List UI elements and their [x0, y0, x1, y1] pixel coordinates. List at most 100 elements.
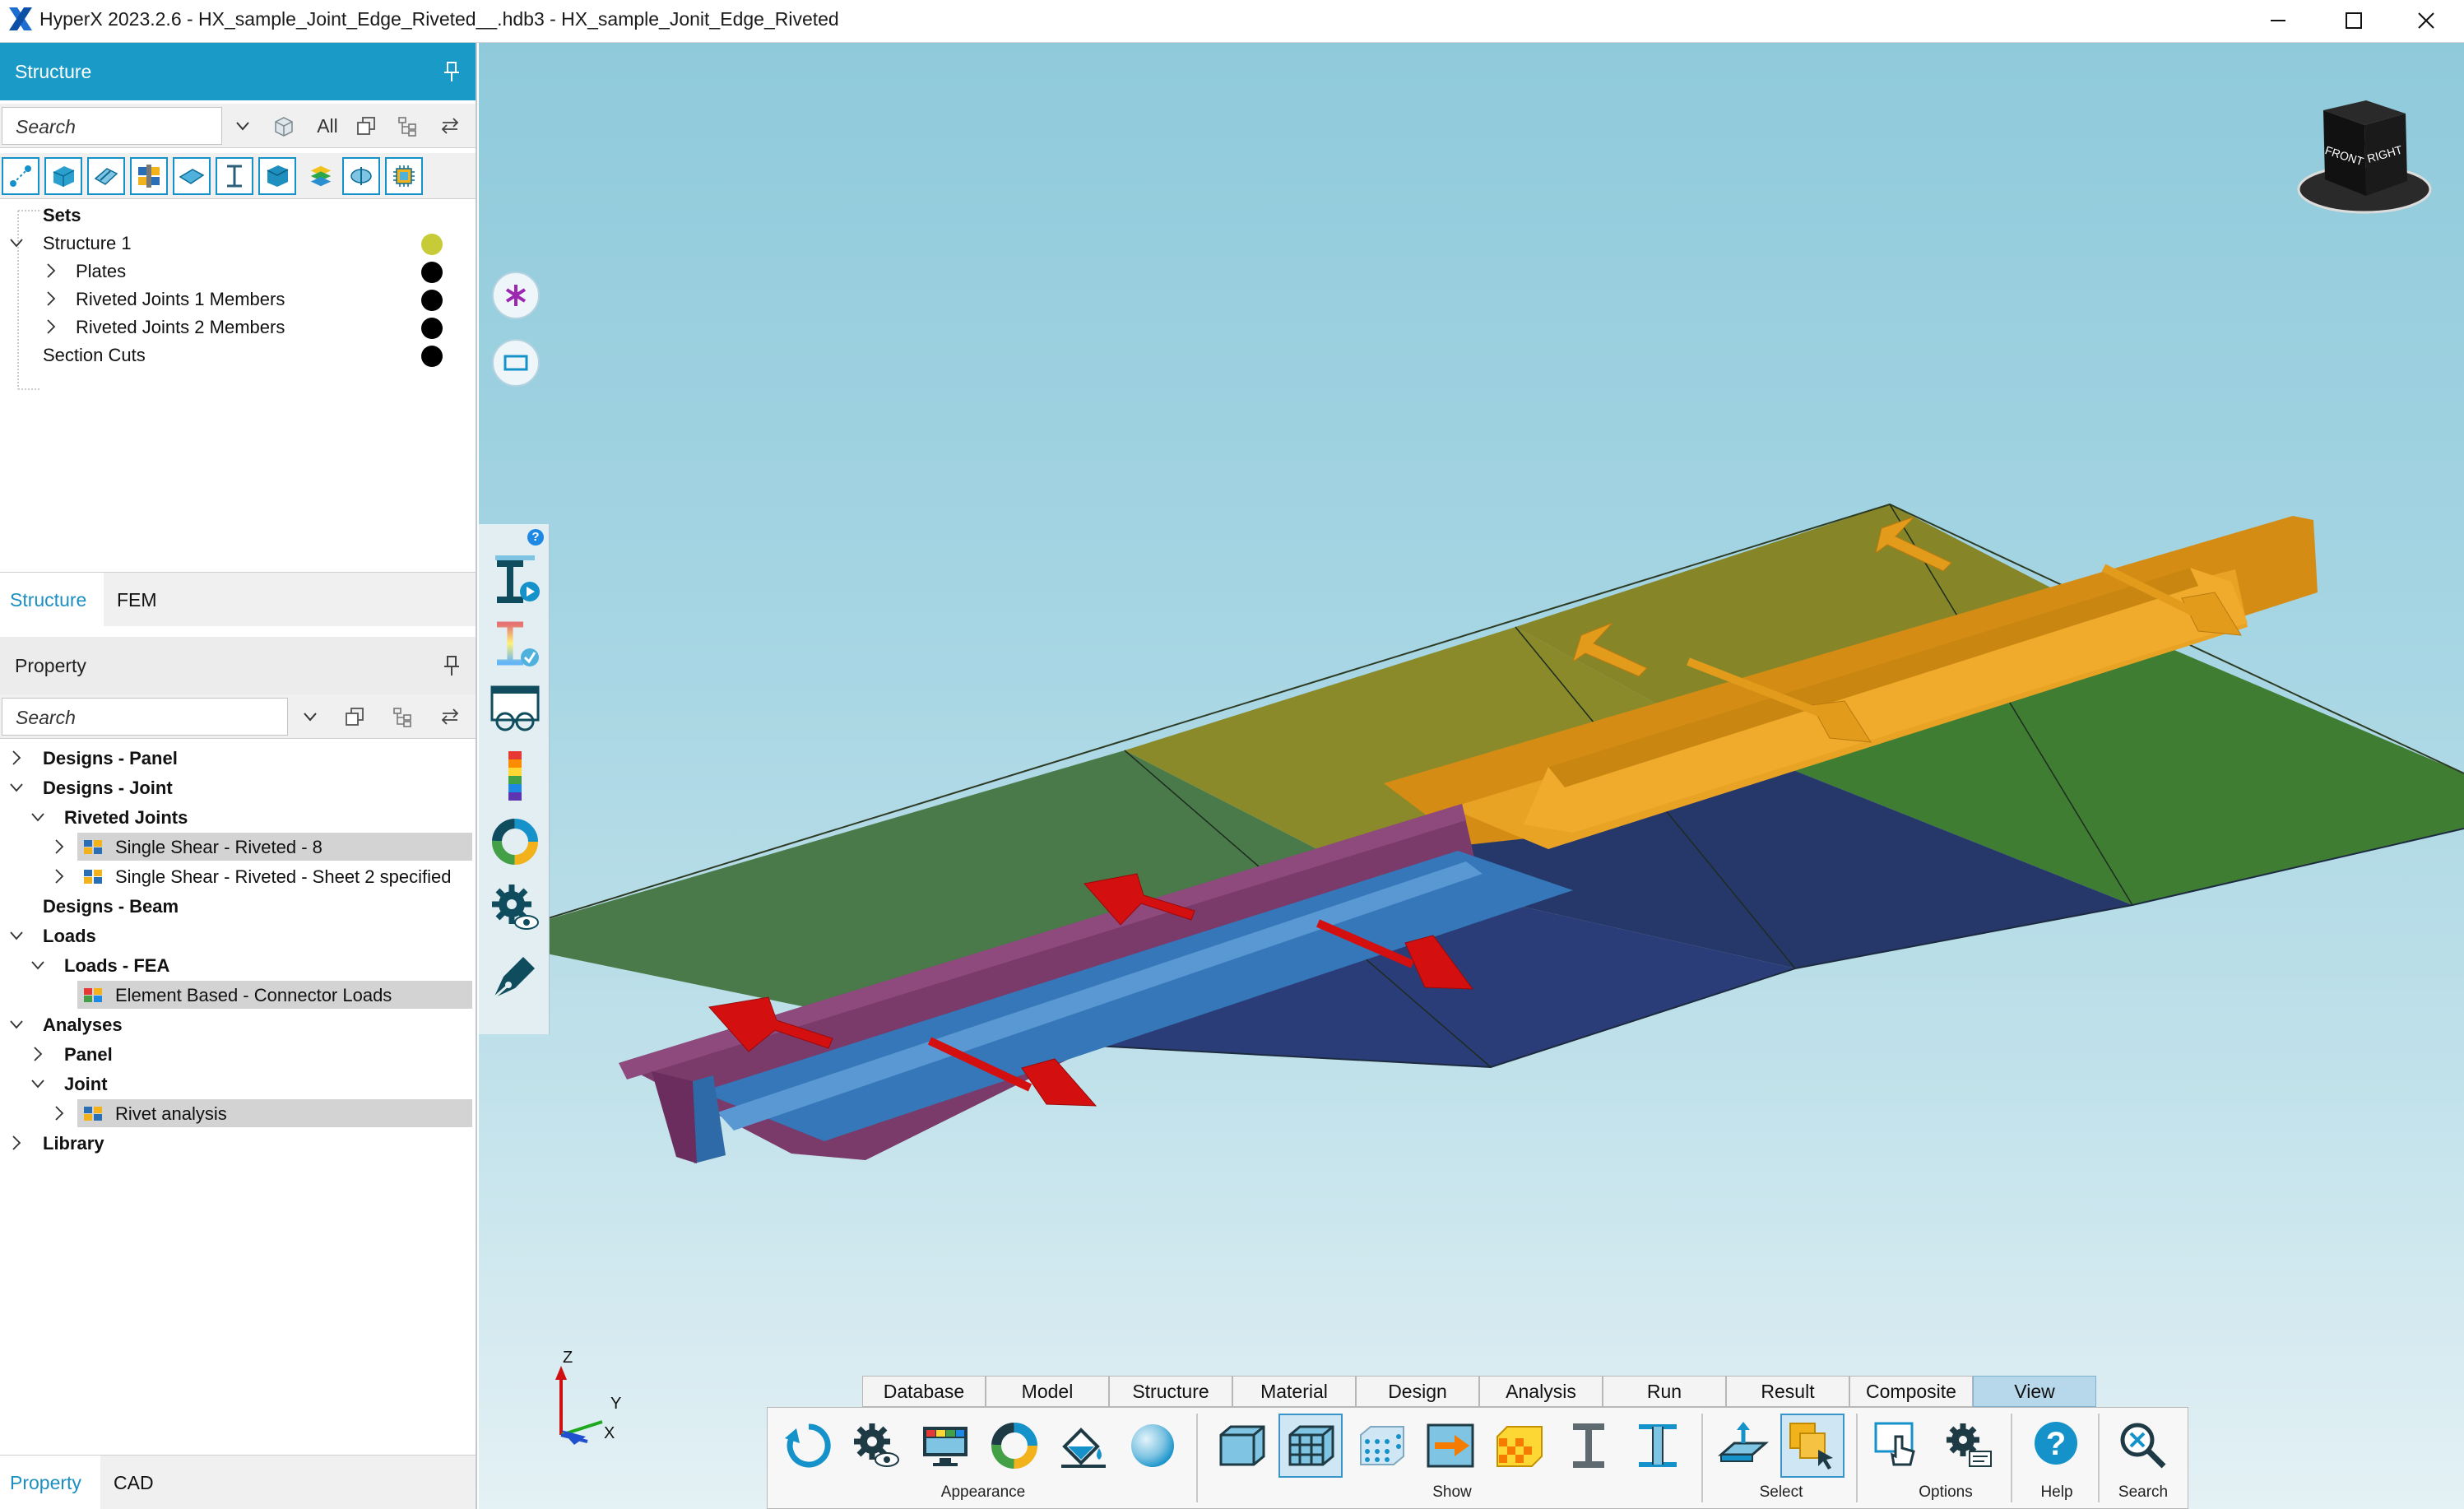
refresh-button[interactable]: [777, 1414, 841, 1478]
visibility-dot-icon[interactable]: [421, 346, 443, 367]
solid-filter-button[interactable]: [44, 157, 82, 195]
ribbon-tab-composite[interactable]: Composite: [1849, 1376, 1973, 1407]
chevron-right-icon[interactable]: [8, 749, 25, 767]
chevron-right-icon[interactable]: [51, 867, 67, 885]
panel-filter-button[interactable]: [87, 157, 125, 195]
tree-item-riveted-joints-1-members[interactable]: Riveted Joints 1 Members: [0, 285, 476, 313]
tree-item-analyses[interactable]: Analyses: [0, 1010, 476, 1038]
collapse-all-icon[interactable]: [341, 703, 369, 731]
chevron-down-icon[interactable]: [8, 926, 25, 945]
show-beams-button[interactable]: [1557, 1414, 1621, 1478]
visibility-dot-icon[interactable]: [421, 290, 443, 311]
color-scale-button[interactable]: [487, 748, 543, 804]
chevron-down-icon[interactable]: [8, 1015, 25, 1033]
chevron-right-icon[interactable]: [51, 838, 67, 856]
chevron-right-icon[interactable]: [51, 1104, 67, 1122]
ribbon-tab-result[interactable]: Result: [1726, 1376, 1849, 1407]
tree-item-designs-panel[interactable]: Designs - Panel: [0, 744, 476, 772]
swap-icon[interactable]: [436, 112, 464, 140]
ribbon-tab-run[interactable]: Run: [1603, 1376, 1726, 1407]
display-colors-button[interactable]: [913, 1414, 977, 1478]
chevron-down-icon[interactable]: [8, 778, 25, 796]
tree-item-riveted-joints-2-members[interactable]: Riveted Joints 2 Members: [0, 313, 476, 341]
pin-icon[interactable]: [443, 655, 461, 676]
filter-all-button[interactable]: All: [311, 112, 344, 140]
chevron-down-icon[interactable]: [8, 234, 25, 252]
maximize-button[interactable]: [2316, 0, 2392, 41]
chevron-down-icon[interactable]: [30, 956, 46, 974]
show-loads-button[interactable]: [1418, 1414, 1483, 1478]
plate-filter-button[interactable]: [173, 157, 211, 195]
tree-item-section-cuts[interactable]: Section Cuts: [0, 341, 476, 369]
filter-cube-icon[interactable]: [270, 112, 298, 140]
show-mesh-button[interactable]: [1278, 1414, 1343, 1478]
structure-search-input[interactable]: Search: [2, 107, 222, 145]
tree-item-structure-1[interactable]: Structure 1: [0, 229, 476, 257]
options-settings-button[interactable]: [1935, 1414, 1999, 1478]
select-elements-button[interactable]: [1780, 1414, 1845, 1478]
tree-item-rivet-analysis[interactable]: Rivet analysis: [0, 1099, 476, 1127]
select-plane-button[interactable]: [1711, 1414, 1775, 1478]
show-nodes-button[interactable]: [1349, 1414, 1413, 1478]
chevron-right-icon[interactable]: [43, 318, 59, 336]
model-scene[interactable]: FRONT RIGHT Z Y X: [479, 43, 2464, 1509]
fill-paint-button[interactable]: [1051, 1414, 1116, 1478]
swap-icon[interactable]: [436, 703, 464, 731]
tree-item-designs-beam[interactable]: Designs - Beam: [0, 892, 476, 920]
visibility-dot-icon[interactable]: [421, 262, 443, 283]
show-surfaces-button[interactable]: [1209, 1414, 1274, 1478]
tree-item-single-shear-riveted-sheet-2[interactable]: Single Shear - Riveted - Sheet 2 specifi…: [0, 862, 474, 890]
tree-item-plates[interactable]: Plates: [0, 257, 476, 285]
shading-sphere-button[interactable]: [1121, 1414, 1185, 1478]
visibility-dot-icon[interactable]: [421, 318, 443, 339]
box-filter-button[interactable]: [258, 157, 296, 195]
close-button[interactable]: [2388, 0, 2464, 41]
tree-item-panel[interactable]: Panel: [0, 1040, 476, 1068]
property-search-input[interactable]: Search: [2, 698, 288, 736]
joint-filter-button[interactable]: [130, 157, 168, 195]
chevron-down-icon[interactable]: [30, 1075, 46, 1093]
sketch-pen-button[interactable]: [487, 949, 543, 1005]
tree-item-element-based-connector-loads[interactable]: Element Based - Connector Loads: [0, 981, 476, 1009]
search-button[interactable]: [2111, 1414, 2175, 1478]
tab-fem[interactable]: FEM: [107, 573, 173, 627]
settings-view-button[interactable]: [487, 880, 543, 936]
hierarchy-icon[interactable]: [388, 703, 416, 731]
collapse-all-icon[interactable]: [352, 112, 380, 140]
tree-item-loads[interactable]: Loads: [0, 922, 476, 950]
ribbon-tab-analysis[interactable]: Analysis: [1479, 1376, 1603, 1407]
ribbon-tab-design[interactable]: Design: [1356, 1376, 1479, 1407]
ribbon-tab-material[interactable]: Material: [1232, 1376, 1356, 1407]
tab-cad[interactable]: CAD: [104, 1456, 169, 1509]
view-cube[interactable]: FRONT RIGHT: [2297, 100, 2432, 214]
node-filter-button[interactable]: [2, 157, 39, 195]
show-sections-button[interactable]: [1626, 1414, 1690, 1478]
chevron-right-icon[interactable]: [8, 1134, 25, 1152]
hierarchy-icon[interactable]: [393, 112, 421, 140]
minimize-button[interactable]: [2240, 0, 2316, 41]
chevron-down-icon[interactable]: [229, 112, 257, 140]
tree-item-designs-joint[interactable]: Designs - Joint: [0, 773, 476, 801]
tab-structure[interactable]: Structure: [0, 573, 104, 627]
view-glasses-button[interactable]: [487, 682, 543, 738]
color-wheel-button[interactable]: [982, 1414, 1046, 1478]
ribbon-tab-database[interactable]: Database: [862, 1376, 986, 1407]
pin-icon[interactable]: [443, 61, 461, 82]
beam-check-button[interactable]: [487, 616, 543, 672]
ribbon-tab-view[interactable]: View: [1973, 1376, 2096, 1407]
chevron-down-icon[interactable]: [296, 703, 324, 731]
tree-item-riveted-joints[interactable]: Riveted Joints: [0, 803, 476, 831]
show-contour-button[interactable]: [1487, 1414, 1552, 1478]
3d-viewport[interactable]: FRONT RIGHT Z Y X ?: [479, 43, 2464, 1509]
tree-item-loads-fea[interactable]: Loads - FEA: [0, 951, 476, 979]
ribbon-tab-model[interactable]: Model: [986, 1376, 1109, 1407]
beam-analysis-button[interactable]: [487, 554, 543, 610]
appearance-settings-button[interactable]: [844, 1414, 908, 1478]
layers-filter-button[interactable]: [304, 157, 337, 195]
visibility-dot-icon[interactable]: [421, 234, 443, 255]
chip-filter-button[interactable]: [385, 157, 423, 195]
tree-item-joint[interactable]: Joint: [0, 1070, 476, 1098]
pointer-options-button[interactable]: [1866, 1414, 1930, 1478]
chevron-right-icon[interactable]: [43, 262, 59, 280]
tab-property[interactable]: Property: [0, 1456, 100, 1509]
